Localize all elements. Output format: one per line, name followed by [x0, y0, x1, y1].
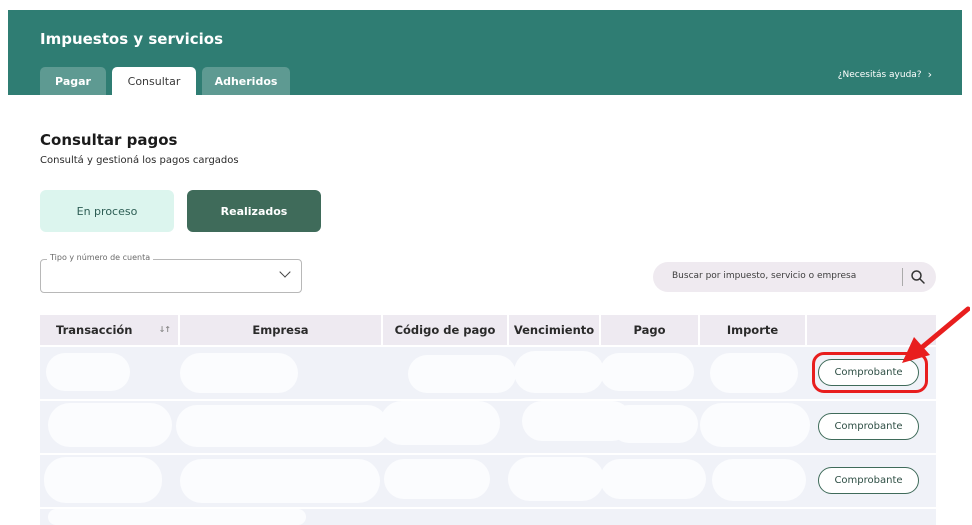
app-header: Impuestos y servicios Pagar Consultar Ad… [8, 10, 962, 95]
sort-icon[interactable]: ↓↑ [159, 325, 171, 334]
tab-adheridos[interactable]: Adheridos [202, 67, 290, 95]
col-transaccion[interactable]: Transacción ↓↑ [40, 315, 180, 345]
redacted-cell [712, 459, 806, 501]
redacted-cell [46, 353, 130, 391]
table-row-partial [40, 509, 936, 525]
redacted-cell [44, 457, 162, 503]
col-pago: Pago [601, 315, 700, 345]
help-link-label: ¿Necesitás ayuda? [837, 69, 922, 80]
payments-table: Transacción ↓↑ Empresa Código de pago Ve… [40, 315, 936, 525]
redacted-cell [710, 353, 798, 393]
redacted-cell [600, 353, 694, 391]
redacted-cell [700, 403, 810, 447]
search-input[interactable]: Buscar por impuesto, servicio o empresa [653, 262, 936, 292]
tab-pagar[interactable]: Pagar [40, 67, 106, 95]
search-divider [902, 268, 903, 286]
comprobante-button[interactable]: Comprobante [818, 413, 919, 440]
page-title: Consultar pagos [40, 131, 178, 149]
table-header: Transacción ↓↑ Empresa Código de pago Ve… [40, 315, 936, 345]
tab-consultar[interactable]: Consultar [112, 67, 196, 95]
table-row: Comprobante [40, 401, 936, 453]
redacted-cell [180, 353, 298, 393]
redacted-cell [176, 405, 388, 447]
page-subtitle: Consultá y gestioná los pagos cargados [40, 155, 239, 166]
search-icon[interactable] [910, 269, 926, 285]
col-importe: Importe [700, 315, 807, 345]
redacted-cell [508, 457, 604, 501]
search-placeholder: Buscar por impuesto, servicio o empresa [672, 271, 857, 281]
account-select[interactable]: Tipo y número de cuenta [40, 253, 302, 293]
table-row: Comprobante [40, 347, 936, 399]
realizados-button[interactable]: Realizados [187, 190, 321, 232]
redacted-cell [48, 509, 306, 525]
redacted-cell [384, 459, 490, 499]
col-empresa: Empresa [180, 315, 383, 345]
table-row: Comprobante [40, 455, 936, 507]
en-proceso-button[interactable]: En proceso [40, 190, 174, 232]
account-select-label: Tipo y número de cuenta [47, 253, 154, 262]
redacted-cell [610, 405, 698, 443]
app-title: Impuestos y servicios [40, 30, 224, 48]
redacted-cell [514, 351, 604, 393]
redacted-cell [408, 355, 516, 393]
col-transaccion-label: Transacción [56, 323, 133, 337]
chevron-right-icon: › [927, 68, 932, 81]
annotation-arrow-icon [902, 306, 970, 363]
comprobante-button[interactable]: Comprobante [818, 467, 919, 494]
redacted-cell [600, 459, 706, 499]
help-link[interactable]: ¿Necesitás ayuda? › [838, 68, 932, 81]
tab-bar: Pagar Consultar Adheridos [40, 67, 290, 95]
col-codigo-pago: Código de pago [383, 315, 509, 345]
col-vencimiento: Vencimiento [509, 315, 601, 345]
chevron-down-icon [279, 266, 291, 278]
redacted-cell [180, 459, 380, 503]
redacted-cell [48, 403, 172, 447]
redacted-cell [380, 401, 500, 445]
